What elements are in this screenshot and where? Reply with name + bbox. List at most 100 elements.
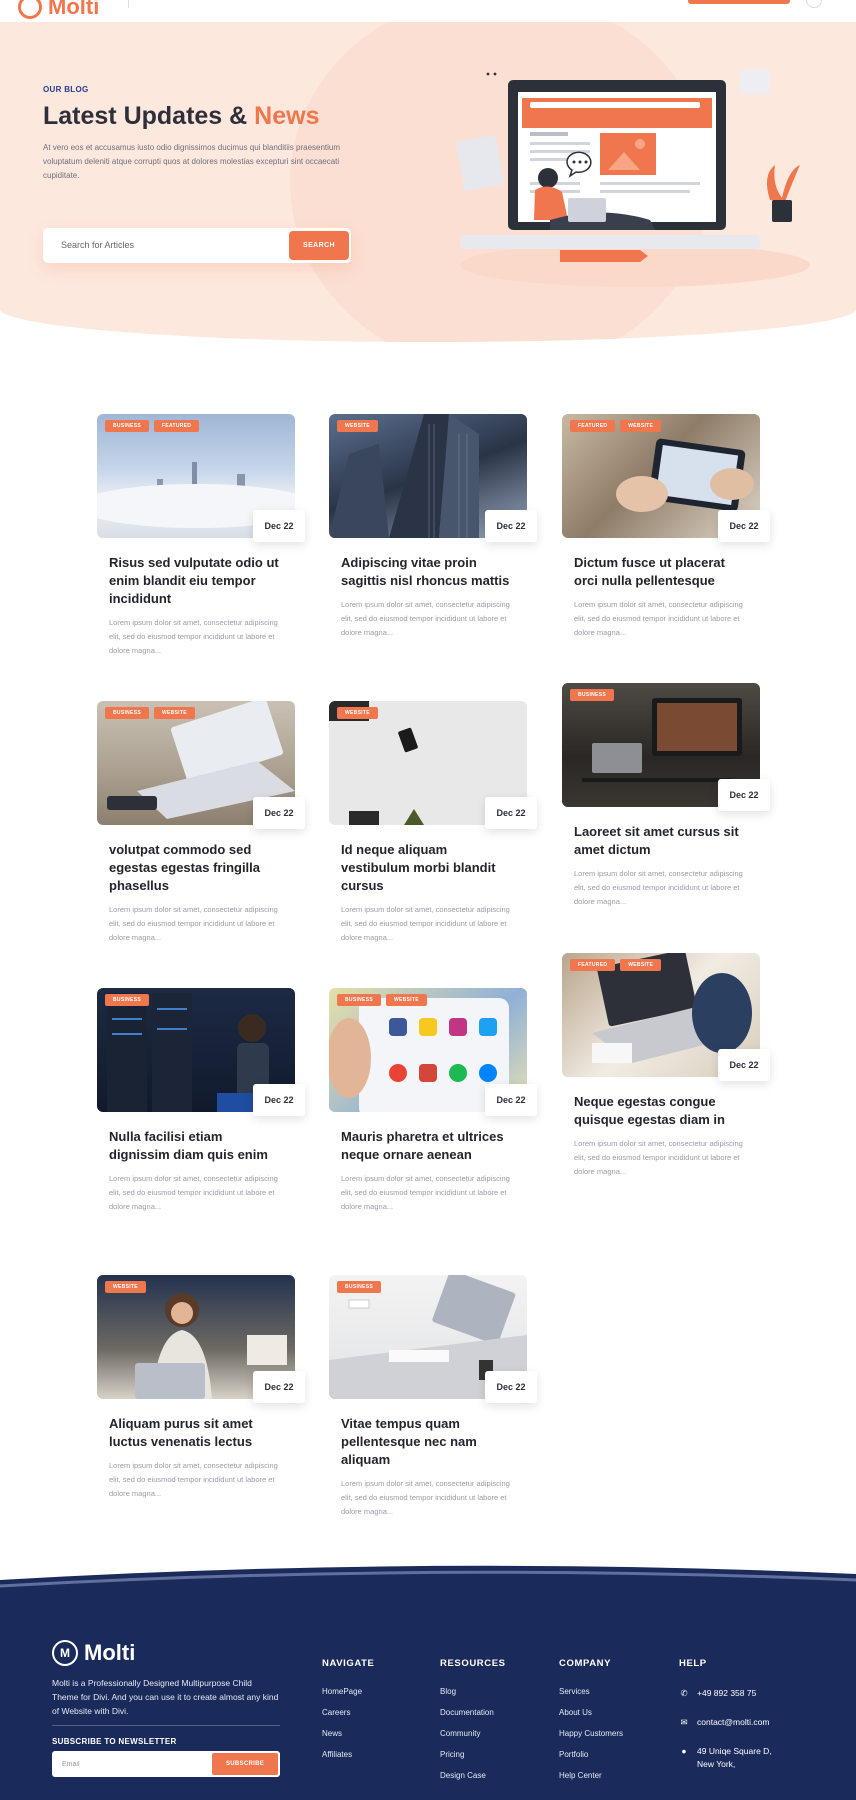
blog-post-card[interactable]: BUSINESS FEATURED Dec 22 Risus sed vulpu… bbox=[97, 414, 305, 658]
post-excerpt: Lorem ipsum dolor sit amet, consectetur … bbox=[109, 905, 278, 942]
footer-about-text: Molti is a Professionally Designed Multi… bbox=[52, 1678, 279, 1716]
post-title[interactable]: Laoreet sit amet cursus sit amet dictum bbox=[562, 823, 760, 859]
post-title[interactable]: Risus sed vulputate odio ut enim blandit… bbox=[97, 554, 295, 608]
footer-link[interactable]: About Us bbox=[559, 1708, 623, 1717]
nav-divider bbox=[128, 0, 129, 8]
footer-phone[interactable]: ✆ +49 892 358 75 bbox=[679, 1687, 772, 1700]
post-tag[interactable]: BUSINESS bbox=[337, 1281, 381, 1293]
hero-title-main: Latest Updates & bbox=[43, 102, 248, 130]
footer-column-heading: NAVIGATE bbox=[322, 1658, 375, 1669]
footer-link[interactable]: HomePage bbox=[322, 1687, 374, 1696]
footer-link[interactable]: Pricing bbox=[440, 1750, 506, 1759]
footer-divider bbox=[52, 1725, 280, 1726]
blog-post-card[interactable]: FEATURED WEBSITE Dec 22 Dictum fusce ut … bbox=[562, 414, 770, 640]
address-text: 49 Uniqe Square D, New York, bbox=[697, 1745, 772, 1771]
footer-link[interactable]: News bbox=[322, 1729, 374, 1738]
location-pin-icon: ● bbox=[681, 1746, 687, 1756]
blog-post-card[interactable]: BUSINESS Dec 22 Vitae tempus quam pellen… bbox=[329, 1275, 537, 1519]
footer-column-heading: HELP bbox=[679, 1658, 707, 1669]
post-excerpt: Lorem ipsum dolor sit amet, consectetur … bbox=[109, 1174, 278, 1211]
footer-link[interactable]: Help Center bbox=[559, 1771, 623, 1780]
footer-link[interactable]: Documentation bbox=[440, 1708, 506, 1717]
search-toggle-icon[interactable] bbox=[806, 0, 822, 8]
newsletter-label: SUBSCRIBE TO NEWSLETTER bbox=[52, 1737, 177, 1746]
post-excerpt: Lorem ipsum dolor sit amet, consectetur … bbox=[574, 869, 743, 906]
blog-post-card[interactable]: WEBSITE Dec 22 Aliquam purus sit amet lu… bbox=[97, 1275, 305, 1501]
post-title[interactable]: Vitae tempus quam pellentesque nec nam a… bbox=[329, 1415, 527, 1469]
post-date-badge: Dec 22 bbox=[253, 1371, 305, 1403]
post-tags: BUSINESS WEBSITE bbox=[337, 994, 427, 1006]
footer-link[interactable]: Services bbox=[559, 1687, 623, 1696]
hero-title-accent: News bbox=[254, 102, 320, 130]
phone-number: +49 892 358 75 bbox=[697, 1688, 757, 1698]
footer-logo[interactable]: M Molti bbox=[52, 1640, 135, 1666]
blog-post-card[interactable]: WEBSITE Dec 22 Adipiscing vitae proin sa… bbox=[329, 414, 537, 640]
post-title[interactable]: Dictum fusce ut placerat orci nulla pell… bbox=[562, 554, 760, 590]
post-title[interactable]: Nulla facilisi etiam dignissim diam quis… bbox=[97, 1128, 295, 1164]
post-tags: FEATURED WEBSITE bbox=[570, 420, 662, 432]
footer-link[interactable]: Happy Customers bbox=[559, 1729, 623, 1738]
footer-wave bbox=[0, 1565, 856, 1600]
post-excerpt: Lorem ipsum dolor sit amet, consectetur … bbox=[341, 1479, 510, 1516]
footer-column-navigate: NAVIGATE HomePage Careers News Affiliate… bbox=[322, 1658, 374, 1771]
address-line-1: 49 Uniqe Square D, bbox=[697, 1746, 772, 1756]
post-tags: BUSINESS bbox=[570, 689, 614, 701]
top-navbar: Molti bbox=[0, 0, 856, 22]
blog-post-card[interactable]: BUSINESS Dec 22 Laoreet sit amet cursus … bbox=[562, 683, 770, 909]
brand-logo[interactable]: Molti bbox=[18, 0, 99, 20]
post-tag[interactable]: FEATURED bbox=[570, 959, 616, 971]
blog-post-card[interactable]: BUSINESS Dec 22 Nulla facilisi etiam dig… bbox=[97, 988, 305, 1214]
search-button[interactable]: SEARCH bbox=[289, 231, 349, 260]
post-date-badge: Dec 22 bbox=[718, 779, 770, 811]
post-tags: BUSINESS bbox=[105, 994, 149, 1006]
post-title[interactable]: Adipiscing vitae proin sagittis nisl rho… bbox=[329, 554, 527, 590]
post-tag[interactable]: WEBSITE bbox=[337, 707, 378, 719]
post-tags: WEBSITE bbox=[337, 420, 378, 432]
footer-link[interactable]: Community bbox=[440, 1729, 506, 1738]
footer-column-help: HELP ✆ +49 892 358 75 ✉ contact@molti.co… bbox=[679, 1658, 772, 1787]
post-tag[interactable]: BUSINESS bbox=[105, 420, 149, 432]
post-title[interactable]: Mauris pharetra et ultrices neque ornare… bbox=[329, 1128, 527, 1164]
post-excerpt: Lorem ipsum dolor sit amet, consectetur … bbox=[341, 905, 510, 942]
post-date-badge: Dec 22 bbox=[485, 1084, 537, 1116]
footer-link[interactable]: Blog bbox=[440, 1687, 506, 1696]
post-title[interactable]: Id neque aliquam vestibulum morbi blandi… bbox=[329, 841, 527, 895]
subscribe-button[interactable]: SUBSCRIBE bbox=[212, 1753, 278, 1775]
post-tag[interactable]: FEATURED bbox=[153, 420, 200, 432]
post-title[interactable]: Aliquam purus sit amet luctus venenatis … bbox=[97, 1415, 295, 1451]
address-line-2: New York, bbox=[697, 1759, 736, 1769]
blog-post-card[interactable]: WEBSITE Dec 22 Id neque aliquam vestibul… bbox=[329, 701, 537, 945]
post-date-badge: Dec 22 bbox=[485, 1371, 537, 1403]
footer-link[interactable]: Careers bbox=[322, 1708, 374, 1717]
footer-link[interactable]: Design Case bbox=[440, 1771, 506, 1780]
post-tag[interactable]: BUSINESS bbox=[337, 994, 381, 1006]
post-tag[interactable]: WEBSITE bbox=[385, 994, 427, 1006]
blog-post-card[interactable]: BUSINESS WEBSITE Dec 22 Mauris pharetra … bbox=[329, 988, 537, 1214]
newsletter-email-input[interactable] bbox=[62, 1758, 202, 1770]
post-tag[interactable]: WEBSITE bbox=[337, 420, 378, 432]
post-tag[interactable]: BUSINESS bbox=[105, 994, 149, 1006]
post-tag[interactable]: WEBSITE bbox=[620, 420, 662, 432]
footer-link[interactable]: Affiliates bbox=[322, 1750, 374, 1759]
post-tag[interactable]: BUSINESS bbox=[105, 707, 149, 719]
newsletter-form: SUBSCRIBE bbox=[52, 1751, 280, 1777]
post-excerpt: Lorem ipsum dolor sit amet, consectetur … bbox=[341, 600, 510, 637]
blog-post-card[interactable]: FEATURED WEBSITE Dec 22 Neque egestas co… bbox=[562, 953, 770, 1179]
post-tag[interactable]: WEBSITE bbox=[105, 1281, 146, 1293]
footer-column-company: COMPANY Services About Us Happy Customer… bbox=[559, 1658, 623, 1792]
blog-post-card[interactable]: BUSINESS WEBSITE Dec 22 volutpat commodo… bbox=[97, 701, 305, 945]
post-tag[interactable]: FEATURED bbox=[570, 420, 616, 432]
post-tag[interactable]: WEBSITE bbox=[153, 707, 195, 719]
post-date-badge: Dec 22 bbox=[253, 797, 305, 829]
footer-email[interactable]: ✉ contact@molti.com bbox=[679, 1716, 772, 1729]
email-address: contact@molti.com bbox=[697, 1717, 770, 1727]
post-tag[interactable]: BUSINESS bbox=[570, 689, 614, 701]
search-input[interactable] bbox=[61, 237, 261, 253]
post-title[interactable]: Neque egestas congue quisque egestas dia… bbox=[562, 1093, 760, 1129]
article-search-form: SEARCH bbox=[43, 228, 351, 263]
post-title[interactable]: volutpat commodo sed egestas egestas fri… bbox=[97, 841, 295, 895]
footer-link[interactable]: Portfolio bbox=[559, 1750, 623, 1759]
header-cta-button[interactable] bbox=[688, 0, 790, 4]
post-tag[interactable]: WEBSITE bbox=[620, 959, 662, 971]
site-footer: M Molti Molti is a Professionally Design… bbox=[0, 1565, 856, 1800]
